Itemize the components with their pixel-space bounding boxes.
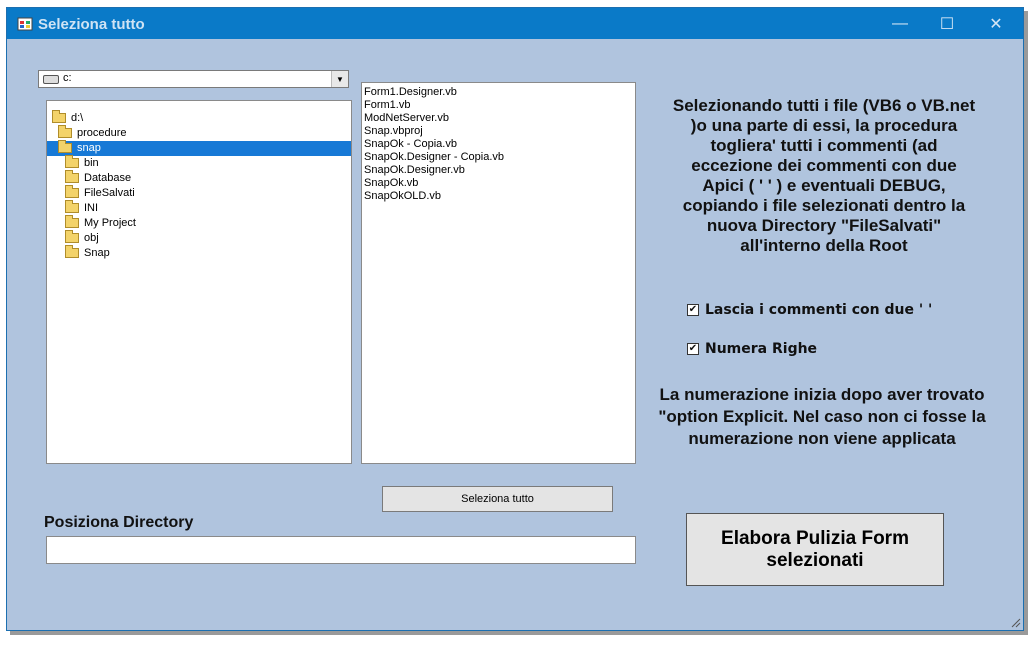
folder-icon — [65, 155, 79, 169]
folder-icon — [65, 185, 79, 199]
chevron-down-icon[interactable]: ▼ — [331, 71, 348, 87]
directory-item[interactable]: My Project — [47, 215, 351, 231]
app-icon — [17, 17, 33, 31]
directory-label: bin — [84, 157, 99, 169]
file-item[interactable]: Form1.Designer.vb — [364, 86, 635, 99]
directory-label: FileSalvati — [84, 187, 135, 199]
directory-label: My Project — [84, 217, 136, 229]
process-button[interactable]: Elabora Pulizia Form selezionati — [686, 513, 944, 586]
folder-icon — [65, 230, 79, 244]
checkbox-box[interactable]: ✔ — [687, 304, 699, 316]
number-lines-label: Numera Righe — [705, 341, 818, 357]
directory-item[interactable]: obj — [47, 230, 351, 246]
directory-label: INI — [84, 202, 99, 214]
directory-item[interactable]: bin — [47, 155, 351, 171]
directory-label: snap — [77, 142, 101, 154]
directory-item[interactable]: d:\ — [47, 110, 351, 126]
directory-label: Snap — [84, 247, 110, 259]
resize-grip-icon[interactable] — [1009, 616, 1021, 628]
directory-item[interactable]: Database — [47, 170, 351, 186]
file-item[interactable]: SnapOk - Copia.vb — [364, 138, 635, 151]
folder-icon — [58, 125, 72, 139]
close-button[interactable]: ✕ — [973, 8, 1019, 39]
directory-item[interactable]: INI — [47, 200, 351, 216]
note-text: La numerazione inizia dopo aver trovato … — [658, 385, 986, 448]
directory-item[interactable]: Snap — [47, 245, 351, 261]
file-item[interactable]: ModNetServer.vb — [364, 112, 635, 125]
directory-item[interactable]: FileSalvati — [47, 185, 351, 201]
directory-label: Database — [84, 172, 132, 184]
folder-icon — [65, 170, 79, 184]
folder-icon — [65, 245, 79, 259]
file-item[interactable]: Snap.vbproj — [364, 125, 635, 138]
file-item[interactable]: Form1.vb — [364, 99, 635, 112]
checkbox-box[interactable]: ✔ — [687, 343, 699, 355]
directory-label: procedure — [77, 127, 127, 139]
file-item[interactable]: SnapOk.Designer.vb — [364, 164, 635, 177]
drive-select[interactable]: c: ▼ — [38, 70, 349, 88]
folder-icon — [65, 215, 79, 229]
directory-label: obj — [84, 232, 99, 244]
drive-icon — [43, 75, 59, 84]
number-lines-checkbox[interactable]: ✔ Numera Righe — [687, 341, 817, 357]
directory-label: d:\ — [71, 112, 84, 124]
info-text: Selezionando tutti i file (VB6 o VB.net … — [672, 96, 976, 255]
directory-item[interactable]: snap — [47, 140, 351, 156]
title-bar[interactable]: Seleziona tutto — ☐ ✕ — [7, 8, 1023, 39]
maximize-button[interactable]: ☐ — [924, 8, 970, 39]
position-directory-input[interactable] — [46, 536, 636, 564]
file-item[interactable]: SnapOk.vb — [364, 177, 635, 190]
file-list[interactable]: Form1.Designer.vb Form1.vb ModNetServer.vb… — [361, 82, 636, 464]
select-all-button[interactable]: Seleziona tutto — [382, 486, 613, 512]
keep-comments-label: Lascia i commenti con due ' ' — [705, 302, 933, 318]
drive-value: c: — [63, 72, 72, 84]
file-item[interactable]: SnapOk.Designer - Copia.vb — [364, 151, 635, 164]
file-item[interactable]: SnapOkOLD.vb — [364, 190, 635, 203]
position-directory-label: Posiziona Directory — [44, 514, 194, 531]
folder-icon — [65, 200, 79, 214]
folder-icon — [58, 140, 72, 154]
directory-item[interactable]: procedure — [47, 125, 351, 141]
keep-comments-checkbox[interactable]: ✔ Lascia i commenti con due ' ' — [687, 302, 932, 318]
folder-icon — [52, 110, 66, 124]
window-title: Seleziona tutto — [38, 16, 145, 33]
directory-list[interactable]: d:\ procedure snap bin Database FileSalvati IN… — [46, 100, 352, 464]
main-window: Seleziona tutto — ☐ ✕ c: ▼ d:\ procedure s… — [6, 7, 1024, 631]
minimize-button[interactable]: — — [877, 8, 923, 39]
